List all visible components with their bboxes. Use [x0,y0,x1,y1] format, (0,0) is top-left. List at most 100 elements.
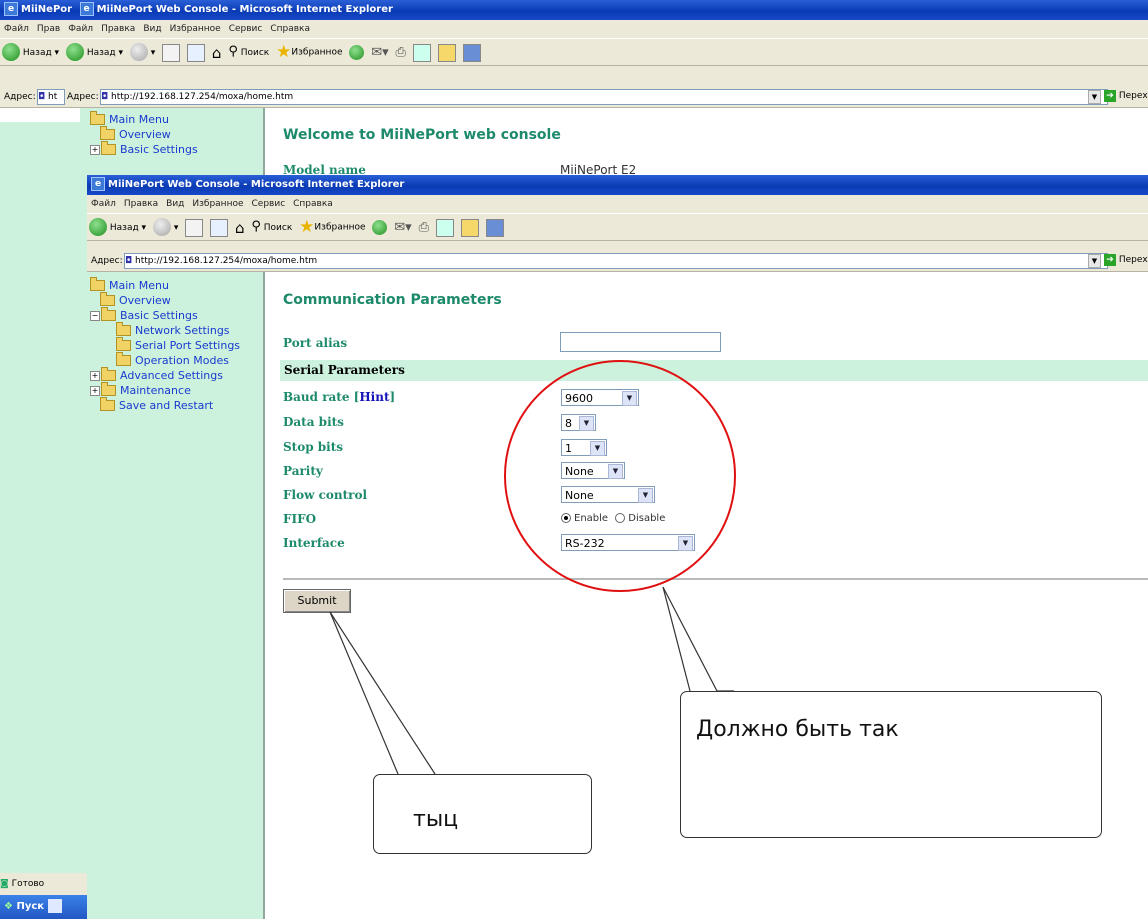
refresh-icon[interactable] [210,218,229,237]
stop-bits-label: Stop bits [283,440,344,454]
stop-icon[interactable] [185,218,204,237]
menu-file[interactable]: Файл [4,24,29,34]
menu-help[interactable]: Справка [293,199,333,209]
sidebar-item-operation-modes[interactable]: Operation Modes [90,352,240,368]
favorites-button[interactable]: ★Избранное [276,39,342,65]
menu-help[interactable]: Справка [270,24,310,34]
menu-view[interactable]: Вид [166,199,184,209]
sidebar-item-overview[interactable]: Overview [90,126,198,142]
folder-icon [100,126,115,140]
go-button[interactable]: ➔ Переход [1104,253,1148,268]
stop-icon[interactable] [162,43,181,62]
edit-icon[interactable] [435,218,454,237]
back-window-title: MiiNePort Web Console - Microsoft Intern… [96,4,393,15]
stop-bits-select[interactable]: 1 ▼ [561,439,607,456]
messenger-icon[interactable] [485,218,504,237]
folder-icon[interactable] [460,218,479,237]
sidebar-label: Main Menu [109,279,169,292]
menu-file[interactable]: Файл [91,199,116,209]
search-button[interactable]: ⚲ Поиск [228,39,270,65]
favorites-button[interactable]: ★Избранное [299,214,365,240]
sidebar-item-overview[interactable]: Overview [90,292,240,308]
print-icon[interactable]: ⎙ [396,40,406,66]
interface-select[interactable]: RS-232 ▼ [561,534,695,551]
sidebar-item-save-restart[interactable]: Save and Restart [90,397,240,413]
sidebar-label: Network Settings [135,324,230,337]
left-outer-white [0,108,80,122]
back-label: Назад [109,222,139,233]
sidebar-label: Basic Settings [120,143,198,156]
menu-edit[interactable]: Прав [37,24,60,34]
address-field[interactable]: ◘ http://192.168.127.254/moxa/home.htm [124,253,1108,269]
chevron-down-icon: ▼ [638,488,653,503]
address-dropdown-icon[interactable]: ▼ [1088,254,1101,268]
page-done-icon: ◙ [0,879,9,889]
back-button[interactable]: Назад ▾ [65,40,123,66]
start-label: Пуск [16,901,45,912]
sidebar-item-maintenance[interactable]: + Maintenance [90,382,240,398]
back-button[interactable]: Назад ▾ [89,215,146,241]
chevron-down-icon: ▼ [579,416,594,431]
menu-edit[interactable]: Правка [124,199,158,209]
print-icon[interactable]: ⎙ [419,215,429,241]
search-button[interactable]: ⚲ Поиск [251,214,292,240]
sidebar-item-basic-settings[interactable]: − Basic Settings [90,307,240,323]
refresh-icon[interactable] [187,43,206,62]
front-sidebar-tree: Main Menu Overview − Basic Settings Netwo… [90,277,240,413]
back-menu-bar: Файл Прав Файл Правка Вид Избранное Сервис Спра… [0,20,1148,38]
data-bits-select[interactable]: 8 ▼ [561,414,596,431]
history-icon[interactable] [372,220,388,235]
quick-launch-icon[interactable] [47,899,62,913]
collapse-icon: − [90,310,100,321]
menu-tools[interactable]: Сервис [229,24,263,34]
page-icon: ◘ [125,256,133,266]
status-bar: ◙ Готово [0,873,87,895]
search-label: Поиск [240,48,270,58]
baud-rate-select[interactable]: 9600 ▼ [561,389,639,406]
edit-icon[interactable] [412,43,431,62]
sidebar-item-advanced-settings[interactable]: + Advanced Settings [90,367,240,383]
sidebar-item-serial-port-settings[interactable]: Serial Port Settings [90,337,240,353]
home-icon[interactable]: ⌂ [235,215,245,241]
sidebar-label: Overview [119,128,171,141]
mail-icon[interactable]: ✉▾ [394,215,411,241]
address-field[interactable]: ◘ ht [37,89,65,105]
sidebar-item-network-settings[interactable]: Network Settings [90,322,240,338]
stop-bits-value: 1 [565,442,572,455]
forward-arrow-icon [152,218,171,236]
fifo-disable-radio[interactable] [615,513,626,523]
model-name-value: MiiNePort E2 [560,163,637,175]
messenger-icon[interactable] [462,43,481,62]
go-button[interactable]: ➔ Переход [1104,89,1148,104]
sidebar-item-basic-settings[interactable]: + Basic Settings [90,141,198,157]
flow-control-select[interactable]: None ▼ [561,486,655,503]
back-button[interactable]: Назад ▾ [2,40,59,66]
fifo-enable-option[interactable]: Enable [561,513,608,524]
address-dropdown-icon[interactable]: ▼ [1088,90,1101,104]
menu-favorites[interactable]: Избранное [192,199,243,209]
sidebar-item-main-menu[interactable]: Main Menu [90,277,240,293]
baud-hint-link[interactable]: Hint [359,390,389,404]
fifo-enable-radio[interactable] [561,513,571,523]
menu-tools[interactable]: Сервис [252,199,286,209]
parity-select[interactable]: None ▼ [561,462,625,479]
data-bits-value: 8 [565,417,572,430]
start-button[interactable]: ❖ Пуск [0,895,87,919]
home-icon[interactable]: ⌂ [212,40,222,66]
menu-favorites[interactable]: Избранное [170,24,221,34]
fifo-disable-option[interactable]: Disable [615,513,665,524]
divider [283,578,1148,580]
forward-button[interactable]: ▾ [152,215,178,241]
forward-button[interactable]: ▾ [129,40,155,66]
menu-edit[interactable]: Правка [101,24,135,34]
menu-file[interactable]: Файл [68,24,93,34]
history-icon[interactable] [349,45,365,60]
sidebar-label: Maintenance [120,384,191,397]
menu-view[interactable]: Вид [143,24,161,34]
folder-icon[interactable] [437,43,456,62]
address-field[interactable]: ◘ http://192.168.127.254/moxa/home.htm [100,89,1108,105]
sidebar-item-main-menu[interactable]: Main Menu [90,111,198,127]
mail-icon[interactable]: ✉▾ [371,40,388,66]
submit-button[interactable]: Submit [283,589,351,613]
port-alias-input[interactable] [560,332,721,352]
